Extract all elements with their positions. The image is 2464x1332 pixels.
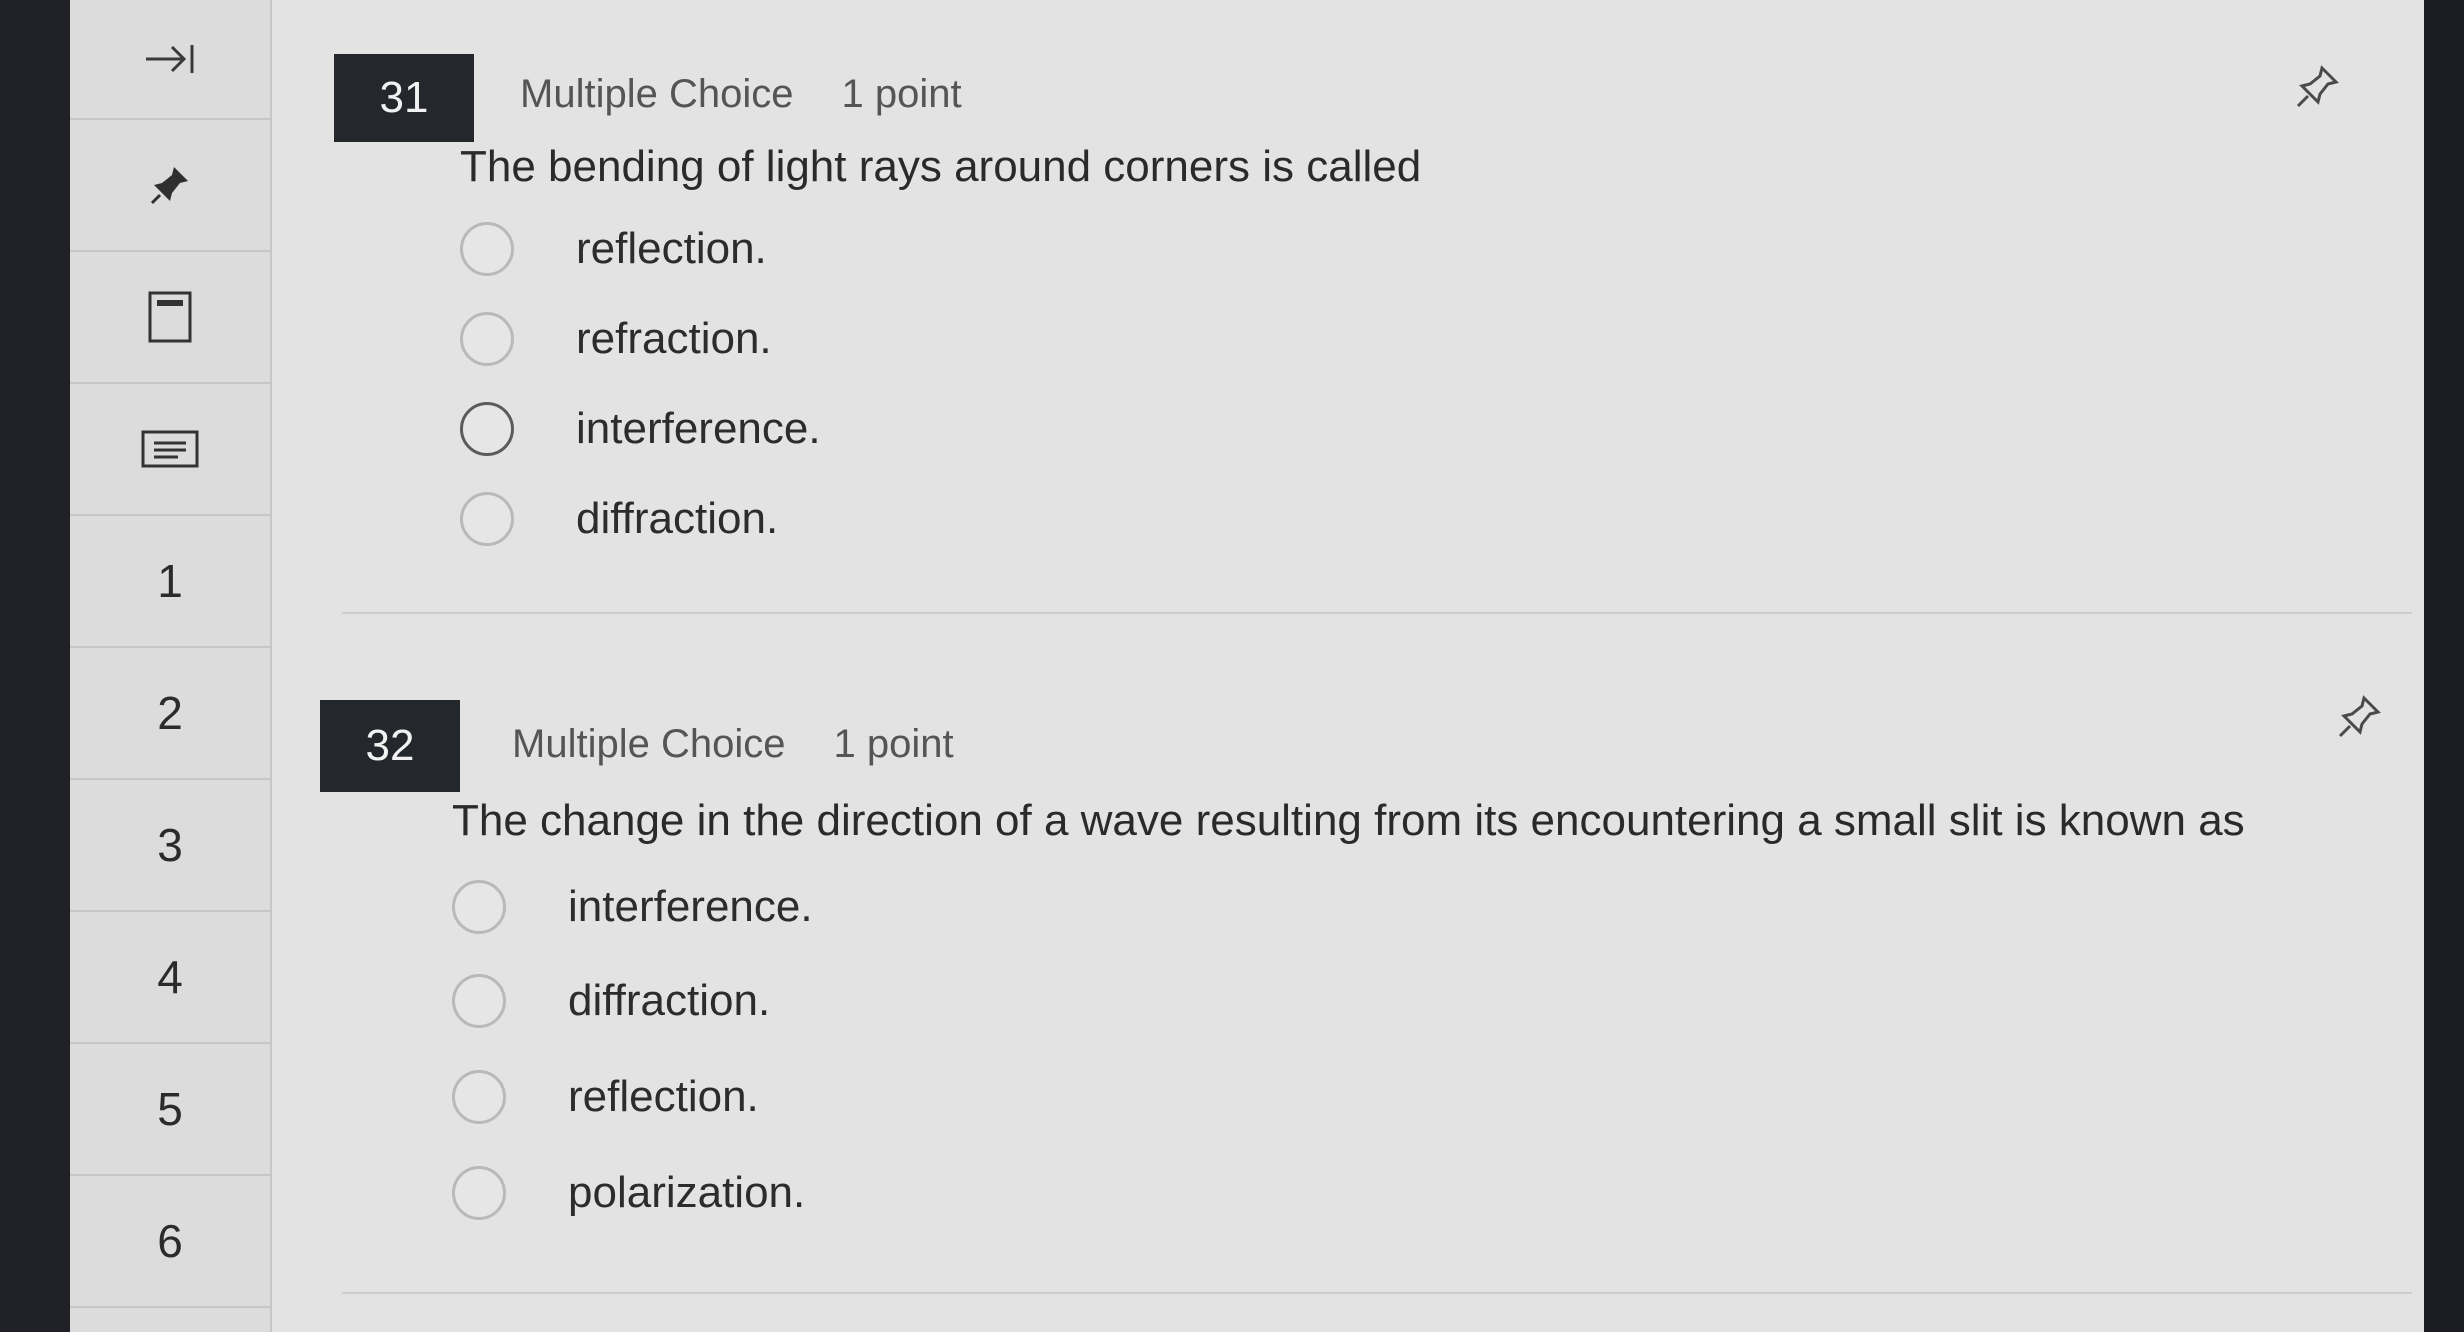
answer-option[interactable]: interference. bbox=[460, 402, 821, 456]
pin-question-button[interactable] bbox=[2334, 692, 2384, 742]
question-meta: Multiple Choice 1 point bbox=[512, 722, 954, 767]
nav-question-number: 1 bbox=[157, 555, 183, 607]
calculator-icon bbox=[147, 290, 193, 344]
notes-icon bbox=[140, 429, 200, 469]
nav-question-3[interactable]: 3 bbox=[70, 780, 270, 912]
radio-button[interactable] bbox=[460, 402, 514, 456]
question-points: 1 point bbox=[833, 722, 954, 766]
radio-button[interactable] bbox=[460, 492, 514, 546]
collapse-sidebar-button[interactable] bbox=[70, 0, 270, 120]
nav-question-number: 4 bbox=[157, 951, 183, 1003]
question-nav-sidebar: 1 2 3 4 5 6 bbox=[70, 0, 272, 1332]
question-type: Multiple Choice bbox=[512, 722, 786, 766]
nav-question-6[interactable]: 6 bbox=[70, 1176, 270, 1308]
answer-option[interactable]: diffraction. bbox=[460, 492, 778, 546]
nav-question-5[interactable]: 5 bbox=[70, 1044, 270, 1176]
answer-label: refraction. bbox=[576, 314, 772, 363]
question-prompt: The change in the direction of a wave re… bbox=[452, 796, 2245, 845]
pin-icon bbox=[2334, 692, 2384, 742]
collapse-right-icon bbox=[142, 39, 198, 79]
question-type: Multiple Choice bbox=[520, 72, 794, 116]
answer-label: polarization. bbox=[568, 1168, 806, 1217]
radio-button[interactable] bbox=[452, 1070, 506, 1124]
pin-icon bbox=[148, 163, 192, 207]
screen-bezel-right bbox=[2424, 0, 2464, 1332]
answer-label: diffraction. bbox=[568, 976, 771, 1025]
radio-button[interactable] bbox=[460, 312, 514, 366]
answer-label: interference. bbox=[568, 882, 813, 931]
question-prompt: The bending of light rays around corners… bbox=[460, 142, 1422, 191]
nav-question-number: 6 bbox=[157, 1215, 183, 1267]
question-divider bbox=[342, 612, 2412, 614]
nav-question-4[interactable]: 4 bbox=[70, 912, 270, 1044]
question-divider bbox=[342, 1292, 2412, 1294]
question-number-badge: 31 bbox=[334, 54, 474, 142]
question-number-badge: 32 bbox=[320, 700, 460, 792]
answer-label: reflection. bbox=[576, 224, 767, 273]
calculator-button[interactable] bbox=[70, 252, 270, 384]
pin-icon bbox=[2292, 62, 2342, 112]
pin-question-button[interactable] bbox=[2292, 62, 2342, 112]
answer-label: reflection. bbox=[568, 1072, 759, 1121]
answer-label: interference. bbox=[576, 404, 821, 453]
question-list: 31 Multiple Choice 1 point The bending o… bbox=[272, 0, 2424, 1332]
answer-option[interactable]: polarization. bbox=[452, 1166, 805, 1220]
answer-label: diffraction. bbox=[576, 494, 779, 543]
pinned-questions-button[interactable] bbox=[70, 120, 270, 252]
radio-button[interactable] bbox=[452, 880, 506, 934]
radio-button[interactable] bbox=[452, 974, 506, 1028]
answer-option[interactable]: interference. bbox=[452, 880, 813, 934]
question-points: 1 point bbox=[841, 72, 962, 116]
nav-question-2[interactable]: 2 bbox=[70, 648, 270, 780]
answer-option[interactable]: reflection. bbox=[460, 222, 767, 276]
radio-button[interactable] bbox=[452, 1166, 506, 1220]
nav-question-number: 3 bbox=[157, 819, 183, 871]
answer-option[interactable]: diffraction. bbox=[452, 974, 770, 1028]
radio-button[interactable] bbox=[460, 222, 514, 276]
nav-question-number: 2 bbox=[157, 687, 183, 739]
question-meta: Multiple Choice 1 point bbox=[520, 72, 962, 117]
notes-button[interactable] bbox=[70, 384, 270, 516]
answer-option[interactable]: reflection. bbox=[452, 1070, 759, 1124]
nav-question-number: 5 bbox=[157, 1083, 183, 1135]
answer-option[interactable]: refraction. bbox=[460, 312, 772, 366]
nav-question-1[interactable]: 1 bbox=[70, 516, 270, 648]
